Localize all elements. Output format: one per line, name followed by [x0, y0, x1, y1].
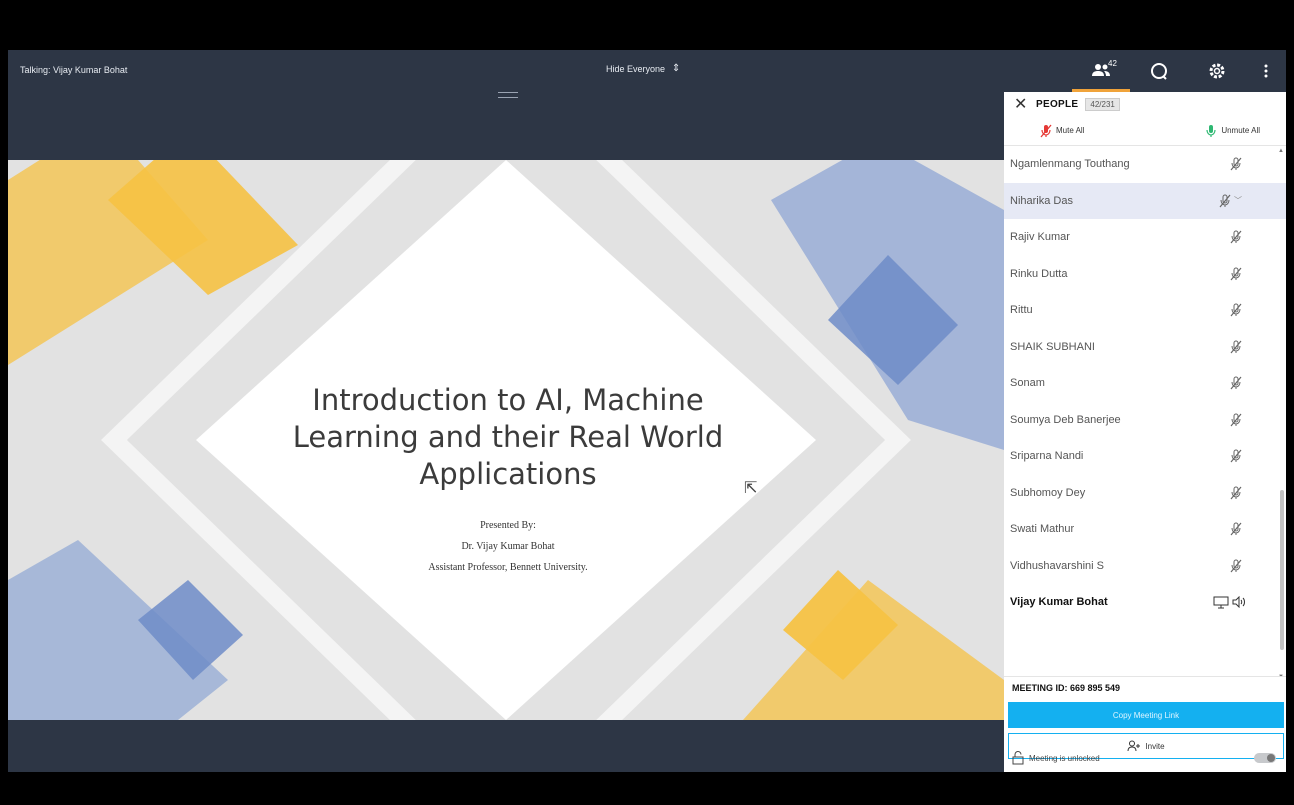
participant-row[interactable]: Sonam	[1004, 365, 1286, 402]
mute-all-label: Mute All	[1056, 126, 1085, 135]
more-vertical-icon	[1264, 64, 1268, 78]
host-row[interactable]: Vijay Kumar Bohat	[1004, 584, 1286, 621]
people-button[interactable]: 42	[1072, 50, 1130, 92]
slide-subtitle: Presented By: Dr. Vijay Kumar Bohat Assi…	[258, 515, 758, 578]
participant-name: Vidhushavarshini S	[1010, 559, 1104, 572]
mic-off-icon[interactable]	[1230, 413, 1242, 427]
mic-off-icon[interactable]: ﹀	[1219, 194, 1242, 208]
participant-name: SHAIK SUBHANI	[1010, 340, 1095, 353]
participant-name: Rinku Dutta	[1010, 267, 1068, 280]
presented-by-label: Presented By:	[480, 520, 536, 531]
participant-row[interactable]: Rinku Dutta	[1004, 256, 1286, 293]
participant-row[interactable]: Rajiv Kumar	[1004, 219, 1286, 256]
mic-off-icon[interactable]	[1230, 522, 1242, 536]
participant-name: Subhomoy Dey	[1010, 486, 1086, 499]
app-window: Talking: Vijay Kumar Bohat Hide Everyone…	[0, 0, 1294, 805]
meeting-lock-row: Meeting is unlocked	[1004, 746, 1286, 770]
meeting-lock-status: Meeting is unlocked	[1029, 753, 1100, 763]
mic-off-icon[interactable]	[1230, 449, 1242, 463]
people-count: 42	[1108, 59, 1117, 68]
participant-row[interactable]: Soumya Deb Banerjee	[1004, 402, 1286, 439]
people-panel-header: ✕ PEOPLE 42/231	[1004, 92, 1286, 116]
participant-name: Swati Mathur	[1010, 523, 1075, 536]
presenter-affiliation: Assistant Professor, Bennett University.	[428, 562, 588, 573]
mic-off-icon[interactable]	[1230, 303, 1242, 317]
participant-list[interactable]: Ngamlenmang Touthang Niharika Das ﹀ Rajiv…	[1004, 146, 1286, 676]
chat-button[interactable]	[1130, 50, 1188, 92]
mic-off-icon[interactable]	[1230, 157, 1242, 171]
scroll-thumb[interactable]	[1280, 490, 1284, 650]
screen-share-icon	[1213, 596, 1229, 609]
presentation-stage: Introduction to AI, Machine Learning and…	[8, 92, 1004, 772]
chat-icon	[1151, 63, 1167, 80]
mic-off-icon[interactable]	[1230, 559, 1242, 573]
participant-row[interactable]: Swati Mathur	[1004, 511, 1286, 548]
speaker-icon	[1232, 596, 1245, 609]
more-menu-button[interactable]	[1246, 50, 1286, 92]
meeting-id: MEETING ID: 669 895 549	[1004, 676, 1286, 698]
people-panel-title: PEOPLE	[1036, 98, 1079, 110]
mic-off-icon[interactable]	[1230, 340, 1242, 354]
participant-row[interactable]: Subhomoy Dey	[1004, 475, 1286, 512]
people-count-badge: 42/231	[1085, 97, 1120, 111]
top-icon-group: 42	[1072, 50, 1286, 92]
slide-title-line-2: Learning and their Real World	[292, 420, 724, 454]
mic-off-icon[interactable]	[1230, 376, 1242, 390]
participant-row[interactable]: Sriparna Nandi	[1004, 438, 1286, 475]
participant-name: Sriparna Nandi	[1010, 450, 1084, 463]
talking-indicator: Talking: Vijay Kumar Bohat	[20, 65, 128, 75]
chevron-down-icon[interactable]: ﹀	[1234, 195, 1242, 206]
host-name: Vijay Kumar Bohat	[1010, 596, 1108, 609]
participant-row[interactable]: Vidhushavarshini S	[1004, 548, 1286, 585]
participant-row[interactable]: Niharika Das ﹀	[1004, 182, 1286, 219]
participant-row[interactable]: Ngamlenmang Touthang	[1004, 146, 1286, 183]
slide-title-line-1: Introduction to AI, Machine	[312, 383, 704, 417]
participant-name: Rittu	[1010, 304, 1033, 317]
participant-name: Sonam	[1010, 377, 1045, 390]
copy-meeting-link-button[interactable]: Copy Meeting Link	[1008, 702, 1284, 728]
mute-controls: Mute All Unmute All	[1004, 116, 1286, 146]
participant-name: Soumya Deb Banerjee	[1010, 413, 1121, 426]
resize-grip[interactable]	[498, 92, 518, 98]
participant-name: Ngamlenmang Touthang	[1010, 158, 1130, 171]
unmute-all-button[interactable]: Unmute All	[1205, 124, 1260, 138]
unmute-all-label: Unmute All	[1221, 126, 1260, 135]
mic-off-icon[interactable]	[1230, 267, 1242, 281]
settings-button[interactable]	[1188, 50, 1246, 92]
slide-text-block: Introduction to AI, Machine Learning and…	[258, 382, 758, 578]
host-status-icons	[1213, 596, 1246, 609]
mic-icon	[1206, 124, 1216, 137]
participant-name: Niharika Das	[1010, 194, 1073, 207]
top-bar: Talking: Vijay Kumar Bohat Hide Everyone…	[8, 50, 1286, 92]
hide-everyone-toggle[interactable]: Hide Everyone ⇕	[606, 63, 681, 75]
unlock-icon	[1012, 751, 1024, 765]
presenter-name: Dr. Vijay Kumar Bohat	[461, 541, 555, 552]
mic-off-icon	[1040, 124, 1052, 137]
meeting-lock-toggle[interactable]	[1254, 753, 1276, 763]
hide-everyone-label: Hide Everyone	[606, 64, 666, 74]
mic-off-icon[interactable]	[1230, 486, 1242, 500]
mouse-pointer-icon: ⇱	[744, 480, 758, 497]
participant-row[interactable]: SHAIK SUBHANI	[1004, 329, 1286, 366]
participant-row[interactable]: Rittu	[1004, 292, 1286, 329]
mic-off-icon[interactable]	[1230, 230, 1242, 244]
gear-icon	[1209, 63, 1225, 79]
close-icon[interactable]: ✕	[1014, 94, 1030, 114]
participant-name: Rajiv Kumar	[1010, 231, 1070, 244]
scroll-down-icon[interactable]: ▼	[1278, 674, 1284, 676]
slide-title-line-3: Applications	[419, 457, 597, 491]
updown-arrows-icon: ⇕	[671, 63, 681, 74]
scroll-up-icon[interactable]: ▲	[1278, 148, 1284, 154]
people-panel: ✕ PEOPLE 42/231 Mute All Unmute All Ngam…	[1004, 92, 1286, 772]
mute-all-button[interactable]: Mute All	[1040, 124, 1084, 138]
shared-slide: Introduction to AI, Machine Learning and…	[8, 160, 1004, 720]
participant-scrollbar[interactable]: ▲ ▼	[1278, 148, 1284, 676]
